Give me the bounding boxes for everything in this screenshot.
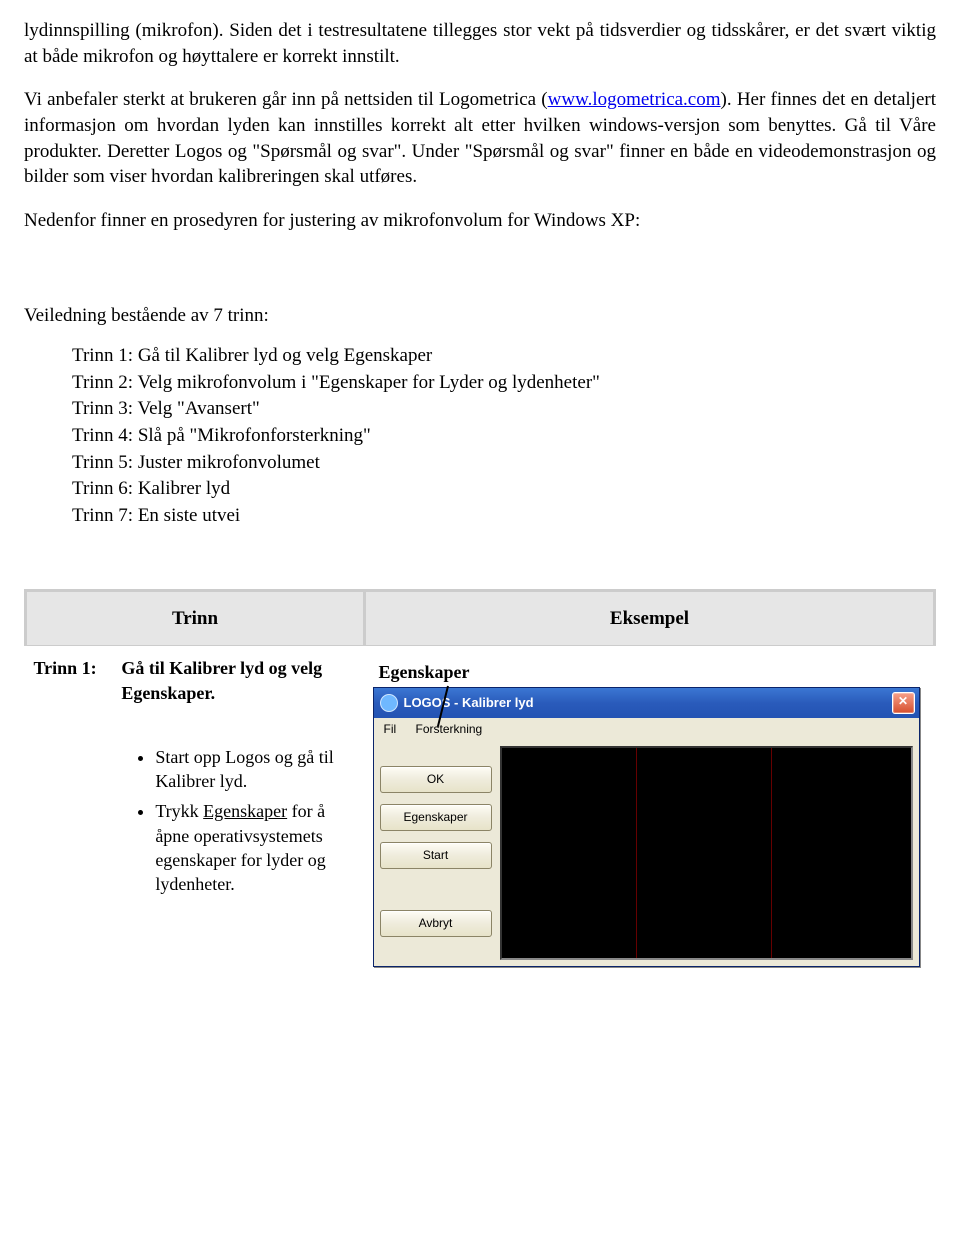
menubar: Fil Forsterkning [374,718,919,740]
close-icon[interactable]: ✕ [892,692,915,714]
p2-part-a: Vi anbefaler sterkt at brukeren går inn … [24,89,548,110]
step-item-3: Trinn 3: Velg "Avansert" [72,396,936,422]
app-icon [380,694,398,712]
step-description-cell: Gå til Kalibrer lyd og velg Egenskaper. … [113,646,364,987]
screenshot-wrapper: Egenskaper LOGOS - Kalibrer lyd ✕ Fil Fo… [373,660,933,966]
paragraph-intro-2: Vi anbefaler sterkt at brukeren går inn … [24,87,936,190]
avbryt-button[interactable]: Avbryt [380,910,492,937]
table-header-trinn: Trinn [26,590,365,646]
paragraph-procedure: Nedenfor finner en prosedyren for juster… [24,208,936,234]
guide-table: Trinn Eksempel Trinn 1: Gå til Kalibrer … [24,589,936,987]
step-item-4: Trinn 4: Slå på "Mikrofonforsterkning" [72,423,936,449]
window-title: LOGOS - Kalibrer lyd [404,694,892,712]
ok-button[interactable]: OK [380,766,492,793]
waveform-area [500,746,913,960]
step-item-1: Trinn 1: Gå til Kalibrer lyd og velg Ege… [72,343,936,369]
egenskaper-button[interactable]: Egenskaper [380,804,492,831]
step-item-2: Trinn 2: Velg mikrofonvolum i "Egenskape… [72,370,936,396]
step-number: Trinn 1: [26,646,114,987]
pointer-label: Egenskaper [379,660,933,684]
logos-window: LOGOS - Kalibrer lyd ✕ Fil Forsterkning … [373,687,920,967]
step-item-6: Trinn 6: Kalibrer lyd [72,476,936,502]
paragraph-intro-1: lydinnspilling (mikrofon). Siden det i t… [24,18,936,69]
step-item-5: Trinn 5: Juster mikrofonvolumet [72,450,936,476]
step-title: Gå til Kalibrer lyd og velg Egenskaper. [121,656,356,705]
menu-forsterkning[interactable]: Forsterkning [416,722,499,736]
steps-list: Trinn 1: Gå til Kalibrer lyd og velg Ege… [72,343,936,528]
steps-heading: Veiledning bestående av 7 trinn: [24,303,936,329]
bullet-2-underlined: Egenskaper [203,801,287,821]
button-column: OK Egenskaper Start Avbryt [380,746,492,960]
step-bullets: Start opp Logos og gå til Kalibrer lyd. … [133,745,356,897]
bullet-2: Trykk Egenskaper for å åpne operativsyst… [155,799,356,896]
table-header-eksempel: Eksempel [365,590,935,646]
titlebar: LOGOS - Kalibrer lyd ✕ [374,688,919,718]
window-body: OK Egenskaper Start Avbryt [374,740,919,966]
table-row: Trinn 1: Gå til Kalibrer lyd og velg Ege… [26,646,935,987]
bullet-2a: Trykk [155,801,203,821]
step-item-7: Trinn 7: En siste utvei [72,503,936,529]
example-cell: Egenskaper LOGOS - Kalibrer lyd ✕ Fil Fo… [365,646,935,987]
bullet-1: Start opp Logos og gå til Kalibrer lyd. [155,745,356,794]
menu-fil[interactable]: Fil [384,722,397,736]
logometrica-link[interactable]: www.logometrica.com [548,89,721,110]
start-button[interactable]: Start [380,842,492,869]
